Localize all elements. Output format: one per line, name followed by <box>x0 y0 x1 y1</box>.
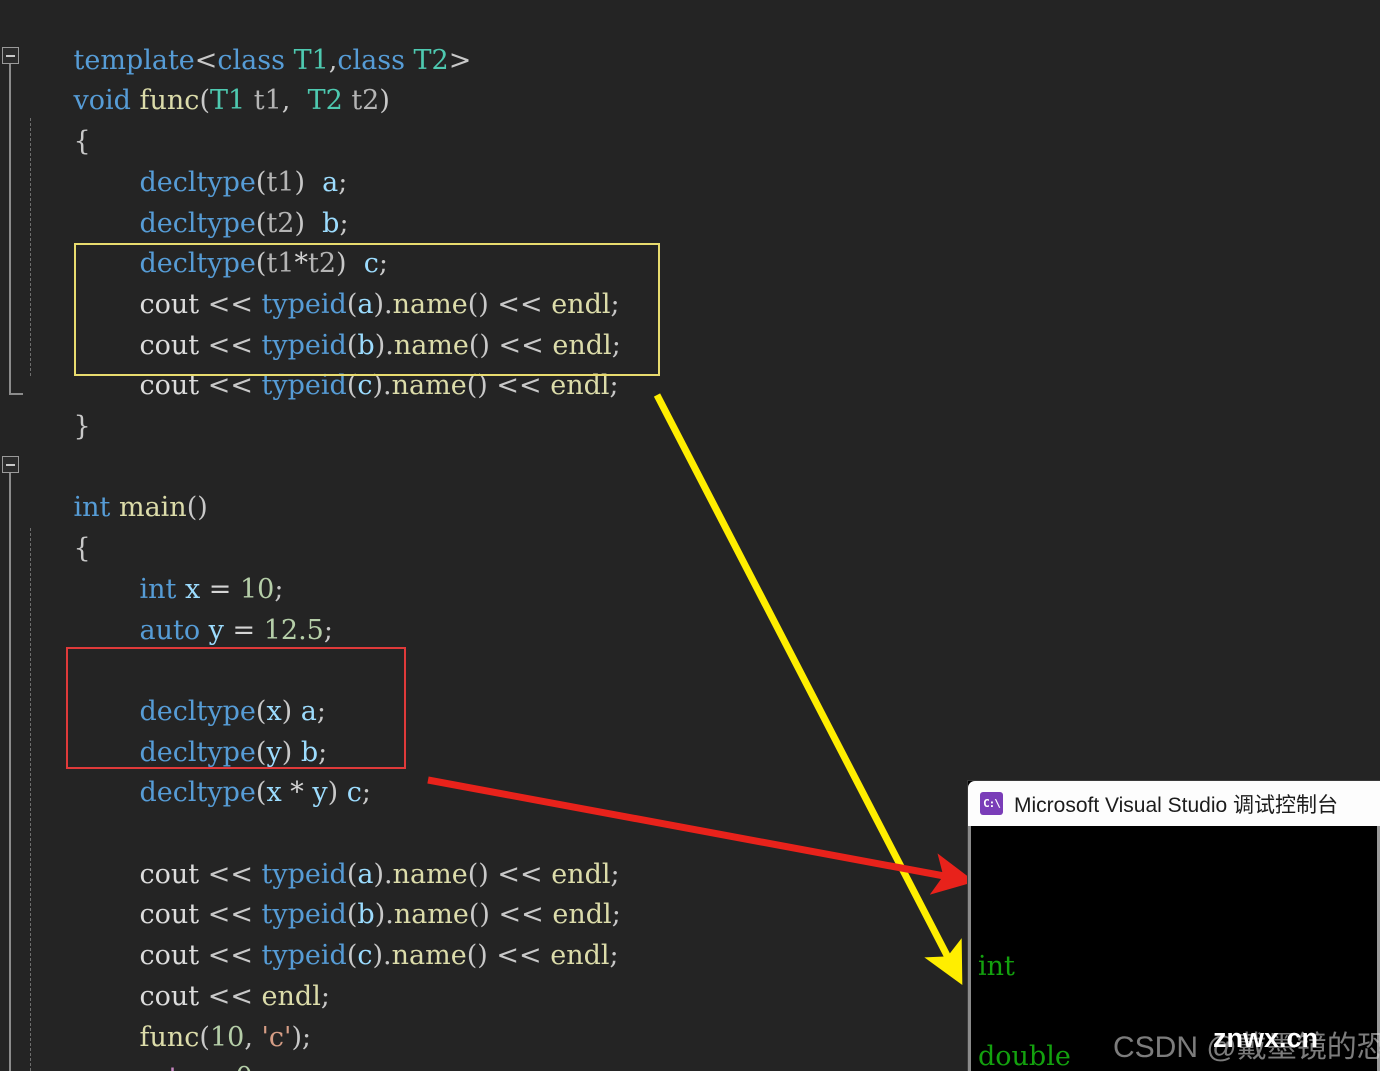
screenshot-root: template<class T1,class T2> void func(T1… <box>0 0 1380 1071</box>
console-title-text: Microsoft Visual Studio 调试控制台 <box>1014 793 1339 817</box>
red-arrow <box>427 776 975 895</box>
console-left-edge <box>968 826 971 1071</box>
console-line: double <box>978 1041 1071 1071</box>
console-title-bar[interactable]: C:\ Microsoft Visual Studio 调试控制台 <box>968 781 1380 826</box>
yellow-arrow <box>653 393 963 986</box>
console-cmd-icon: C:\ <box>980 792 1003 815</box>
debug-console-window[interactable]: C:\ Microsoft Visual Studio 调试控制台 int do… <box>968 781 1380 1071</box>
console-output: int double double int char int <box>968 826 1380 1071</box>
console-line: int <box>978 951 1015 982</box>
